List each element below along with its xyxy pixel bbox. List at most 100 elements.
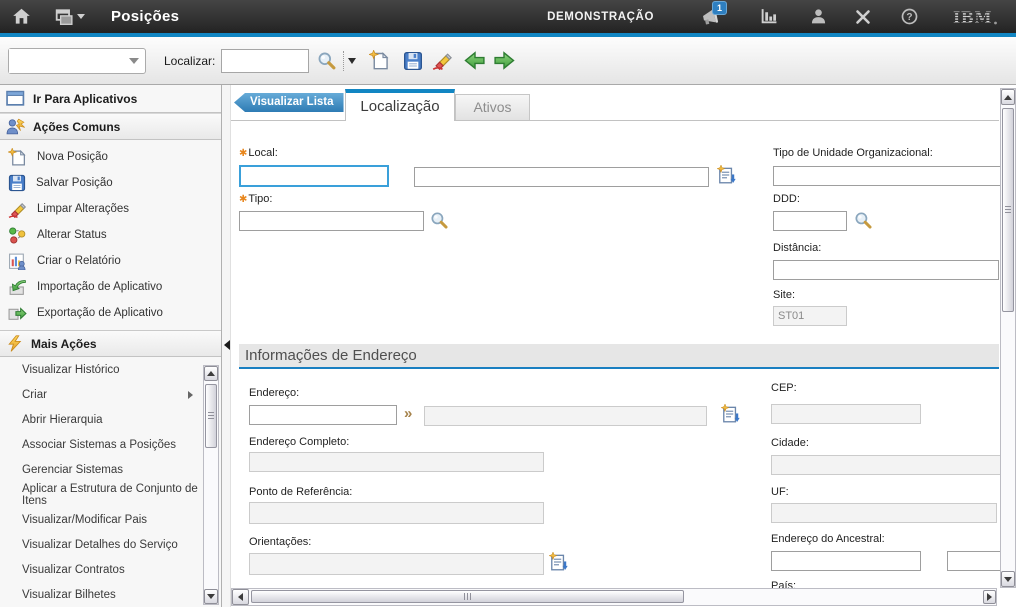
save-record-button[interactable]: [403, 51, 423, 71]
eraser-icon: [8, 200, 27, 219]
tipo-select-value-button[interactable]: [430, 211, 449, 233]
field-endereco-description-input: [424, 406, 707, 426]
menu-item-label: Visualizar Bilhetes: [22, 589, 116, 601]
sidebar-item-salvar-posicao[interactable]: Salvar Posição: [0, 170, 221, 196]
start-center-button[interactable]: [760, 8, 778, 25]
sidebar-item-criar-relatorio[interactable]: Criar o Relatório: [0, 248, 221, 274]
long-description-button[interactable]: [717, 165, 737, 188]
clear-changes-button[interactable]: [432, 50, 453, 71]
field-endereco-completo-input: [249, 452, 544, 472]
menu-item-label: Visualizar/Modificar Pais: [22, 514, 147, 526]
main-vertical-scrollbar[interactable]: [1000, 88, 1016, 588]
search-options-caret-icon[interactable]: [348, 58, 356, 64]
field-ponto-referencia-label: Ponto de Referência:: [249, 486, 352, 498]
field-cep-input: [771, 404, 921, 424]
applications-caret-icon: [77, 14, 85, 19]
top-navbar: Posições DEMONSTRAÇÃO 1: [0, 0, 1016, 33]
long-description-button[interactable]: [721, 404, 741, 427]
field-org-unit-input[interactable]: [773, 166, 1003, 186]
sidebar-header-common-actions[interactable]: Ações Comuns: [0, 113, 221, 140]
list-view-button[interactable]: Visualizar Lista: [234, 93, 344, 112]
field-uf-input: [771, 503, 997, 523]
field-endereco-input[interactable]: [249, 405, 397, 425]
sidebar-header-more-actions[interactable]: Mais Ações: [0, 330, 221, 357]
field-site-input: [773, 306, 847, 326]
arrow-left-icon: [464, 51, 486, 70]
field-local-input[interactable]: [239, 165, 389, 187]
sidebar-header-go-to-applications[interactable]: Ir Para Aplicativos: [0, 85, 221, 113]
person-bolt-icon: [6, 118, 25, 135]
field-distancia-input[interactable]: [773, 260, 999, 280]
sidebar-scrollbar-thumb[interactable]: [205, 384, 217, 448]
export-icon: [8, 305, 27, 322]
tab-ativos[interactable]: Ativos: [455, 94, 530, 120]
help-button[interactable]: [901, 8, 918, 25]
sidebar-item-exportacao-aplicativo[interactable]: Exportação de Aplicativo: [0, 300, 221, 326]
menu-item-visualizar-bilhetes[interactable]: Visualizar Bilhetes: [0, 582, 221, 607]
menu-item-visualizar-historico[interactable]: Visualizar Histórico: [0, 357, 221, 382]
app-switcher-input[interactable]: [9, 49, 121, 73]
sign-out-button[interactable]: [855, 9, 871, 25]
go-to-applications-label: Ir Para Aplicativos: [33, 92, 137, 106]
announcements-button[interactable]: 1: [698, 8, 720, 26]
sidebar-item-importacao-aplicativo[interactable]: Importação de Aplicativo: [0, 274, 221, 300]
field-ddd-label: DDD:: [773, 193, 800, 205]
required-icon: ✱: [239, 194, 247, 205]
scroll-up-button[interactable]: [1001, 89, 1015, 105]
next-record-button[interactable]: [493, 51, 515, 70]
action-label: Criar o Relatório: [37, 255, 121, 267]
menu-item-gerenciar-sistemas[interactable]: Gerenciar Sistemas: [0, 457, 221, 482]
profile-button[interactable]: [810, 8, 827, 25]
scroll-down-button[interactable]: [1001, 571, 1015, 587]
search-button[interactable]: [317, 51, 337, 71]
menu-item-criar[interactable]: Criar: [0, 382, 221, 407]
field-tipo-label: ✱Tipo:: [239, 193, 272, 205]
combobox-caret-icon[interactable]: [123, 49, 145, 73]
menu-item-visualizar-modificar-pais[interactable]: Visualizar/Modificar Pais: [0, 507, 221, 532]
sidebar-item-limpar-alteracoes[interactable]: Limpar Alterações: [0, 196, 221, 222]
scroll-right-button[interactable]: [983, 590, 996, 604]
field-uf-label: UF:: [771, 486, 789, 498]
sidebar-gutter: [222, 85, 231, 607]
field-endereco-completo-label: Endereço Completo:: [249, 436, 349, 448]
long-description-icon: [717, 165, 737, 185]
sidebar-scrollbar[interactable]: [203, 365, 219, 605]
menu-item-associar-sistemas[interactable]: Associar Sistemas a Posições: [0, 432, 221, 457]
new-record-button[interactable]: [369, 50, 390, 71]
menu-item-visualizar-detalhes-servico[interactable]: Visualizar Detalhes do Serviço: [0, 532, 221, 557]
ddd-select-value-button[interactable]: [854, 211, 873, 233]
field-tipo-input[interactable]: [239, 211, 424, 231]
home-icon[interactable]: [12, 7, 31, 26]
vertical-scrollbar-thumb[interactable]: [1002, 108, 1014, 312]
action-label: Importação de Aplicativo: [37, 281, 162, 293]
applications-menu-button[interactable]: [55, 8, 85, 26]
save-icon: [403, 51, 423, 71]
app-switcher-combobox[interactable]: [8, 48, 146, 74]
sidebar-scroll-up-button[interactable]: [204, 366, 218, 381]
sidebar-item-alterar-status[interactable]: Alterar Status: [0, 222, 221, 248]
submenu-arrow-icon: [188, 391, 193, 399]
main-horizontal-scrollbar[interactable]: [231, 588, 997, 606]
action-label: Salvar Posição: [36, 177, 113, 189]
menu-item-label: Criar: [22, 389, 47, 401]
field-ddd-input[interactable]: [773, 211, 847, 231]
main-content: Visualizar Lista Localização Ativos ✱Loc…: [231, 85, 1016, 607]
field-endereco-label: Endereço:: [249, 387, 299, 399]
horizontal-scrollbar-thumb[interactable]: [251, 590, 684, 603]
field-local-description-input[interactable]: [414, 167, 709, 187]
scroll-left-button[interactable]: [232, 589, 249, 605]
menu-item-abrir-hierarquia[interactable]: Abrir Hierarquia: [0, 407, 221, 432]
tab-localizacao[interactable]: Localização: [345, 89, 455, 121]
field-endereco-ancestral-input-1[interactable]: [771, 551, 921, 571]
sidebar-collapse-handle[interactable]: [224, 340, 230, 350]
find-input[interactable]: [221, 49, 309, 73]
previous-record-button[interactable]: [464, 51, 486, 70]
menu-item-aplicar-estrutura[interactable]: Aplicar a Estrutura de Conjunto de Itens: [0, 482, 221, 507]
menu-item-visualizar-contratos[interactable]: Visualizar Contratos: [0, 557, 221, 582]
sidebar-item-nova-posicao[interactable]: Nova Posição: [0, 144, 221, 170]
sidebar-scroll-down-button[interactable]: [204, 589, 218, 604]
status-dots-icon: [8, 227, 27, 244]
menu-item-label: Aplicar a Estrutura de Conjunto de Itens: [22, 483, 221, 507]
long-description-button[interactable]: [549, 552, 569, 575]
crossover-chevrons-icon[interactable]: »: [404, 405, 412, 422]
